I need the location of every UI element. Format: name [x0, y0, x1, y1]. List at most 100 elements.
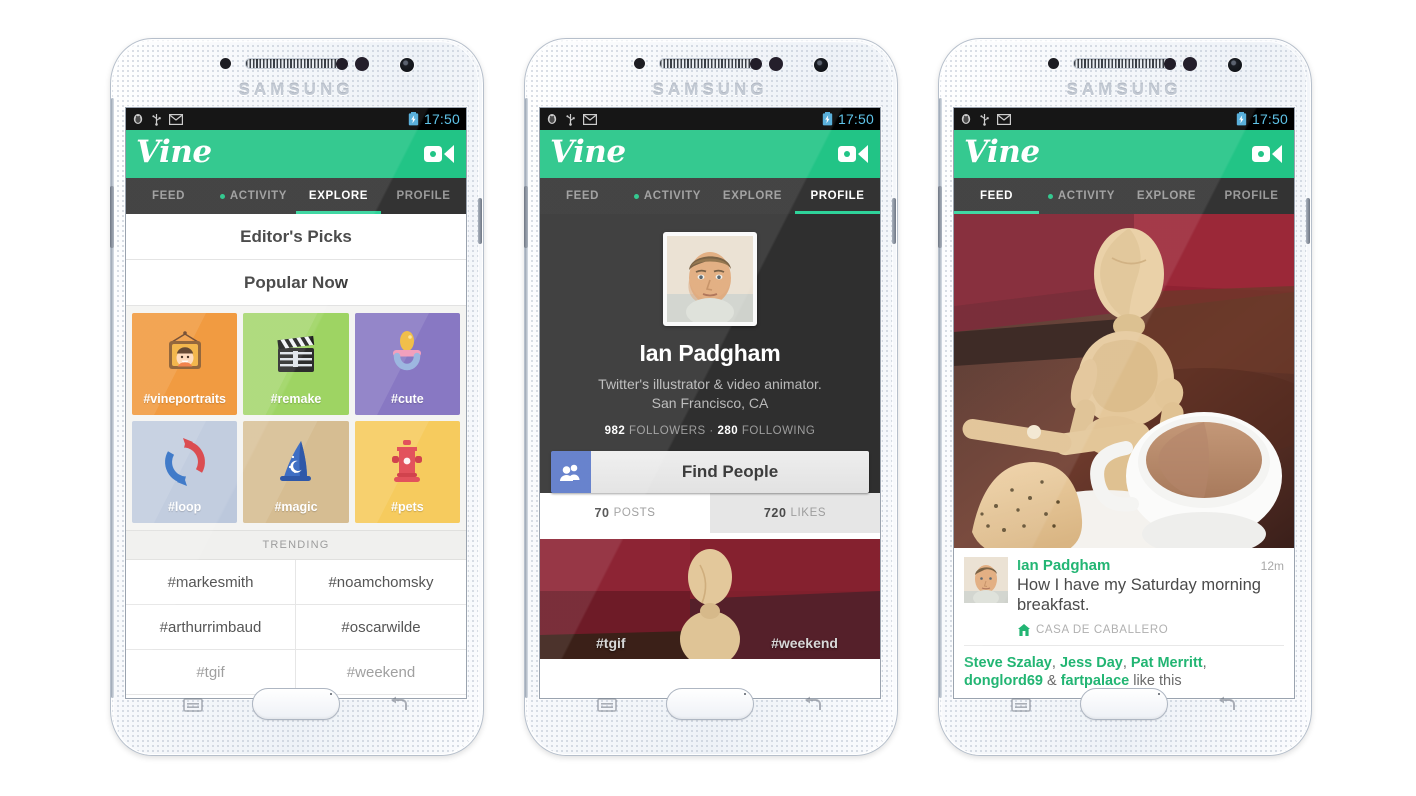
tab-posts[interactable]: 70 POSTS	[540, 493, 710, 534]
profile-video-thumbnail[interactable]: #tgif #weekend	[540, 539, 880, 660]
power-button[interactable]	[478, 198, 482, 244]
trending-tag[interactable]: #arthurrimbaud	[126, 605, 296, 650]
list-item-editors-picks[interactable]: Editor's Picks	[126, 214, 466, 260]
trending-section-header: TRENDING	[126, 530, 466, 560]
tab-profile-label: PROFILE	[396, 190, 451, 202]
back-key[interactable]	[384, 694, 414, 716]
likes-count: 720	[763, 506, 787, 521]
tile-vineportraits[interactable]: #vineportraits	[132, 313, 238, 415]
posts-label: POSTS	[613, 507, 656, 520]
tab-explore[interactable]: EXPLORE	[296, 178, 381, 214]
tile-loop[interactable]: #loop	[132, 421, 238, 523]
profile-bio: Twitter's illustrator & video animator. …	[540, 375, 880, 412]
trending-tag[interactable]: #oscarwilde	[296, 605, 466, 650]
tab-likes[interactable]: 720 LIKES	[710, 493, 880, 534]
earpiece-speaker	[659, 58, 761, 69]
trending-tag[interactable]: #markesmith	[126, 560, 296, 605]
tab-profile[interactable]: PROFILE	[795, 178, 880, 214]
avatar[interactable]	[663, 232, 757, 326]
back-key[interactable]	[798, 694, 828, 716]
vine-logo[interactable]: Vine	[136, 137, 212, 168]
status-bar: 17:50	[954, 108, 1294, 130]
followers-count: 982	[604, 425, 626, 438]
tab-activity-label: ACTIVITY	[229, 190, 288, 202]
liker-name[interactable]: Jess Day	[1060, 655, 1123, 671]
feed-video-player[interactable]	[954, 214, 1294, 548]
tab-explore[interactable]: EXPLORE	[710, 178, 795, 214]
home-button[interactable]	[1080, 688, 1168, 720]
tab-activity[interactable]: ACTIVITY	[211, 178, 296, 214]
tab-explore[interactable]: EXPLORE	[1124, 178, 1209, 214]
tab-activity-label: ACTIVITY	[1057, 190, 1116, 202]
power-button[interactable]	[1306, 198, 1310, 244]
active-tab-indicator	[296, 211, 381, 214]
video-camera-icon[interactable]	[836, 141, 870, 167]
android-icon	[132, 113, 144, 126]
tab-feed[interactable]: FEED	[540, 178, 625, 214]
tab-activity-label: ACTIVITY	[643, 190, 702, 202]
menu-key[interactable]	[1006, 694, 1036, 716]
light-sensor	[750, 58, 762, 70]
back-key[interactable]	[1212, 694, 1242, 716]
tab-profile[interactable]: PROFILE	[381, 178, 466, 214]
people-icon	[551, 451, 591, 494]
tab-explore-label: EXPLORE	[722, 190, 783, 202]
post-author[interactable]: Ian Padgham	[1017, 557, 1110, 574]
clapperboard-icon	[243, 319, 348, 389]
video-camera-icon[interactable]	[1250, 141, 1284, 167]
vine-logo[interactable]: Vine	[964, 137, 1040, 168]
phone-screen-profile: 17:50 Vine FEED ACTIVITY EXPLORE PROFILE	[540, 108, 880, 698]
nav-tab-bar: FEED ACTIVITY EXPLORE PROFILE	[126, 178, 466, 214]
status-bar: 17:50	[540, 108, 880, 130]
video-camera-icon[interactable]	[422, 141, 456, 167]
phone-device-explore: SAMSUNG 17:50 Vine FEED ACTIVITY EXPLORE…	[110, 38, 484, 758]
status-bar-time: 17:50	[423, 111, 460, 127]
tile-magic[interactable]: #magic	[243, 421, 349, 523]
liker-name[interactable]: donglord69	[964, 673, 1043, 689]
feed-post-header: Ian Padgham 12m	[1017, 557, 1284, 574]
tile-label: #vineportraits	[143, 392, 226, 406]
gmail-icon	[997, 113, 1011, 125]
volume-rocker-button[interactable]	[110, 186, 114, 248]
volume-rocker-button[interactable]	[938, 186, 942, 248]
find-people-button[interactable]: Find People	[551, 451, 869, 494]
tile-pets[interactable]: #pets	[354, 421, 460, 523]
tile-cute[interactable]: #cute	[354, 313, 460, 415]
earpiece-speaker	[1073, 58, 1175, 69]
menu-key[interactable]	[592, 694, 622, 716]
profile-bio-line2: San Francisco, CA	[651, 394, 769, 411]
post-location[interactable]: CASA DE CABALLERO	[1017, 623, 1284, 637]
menu-key[interactable]	[178, 694, 208, 716]
video-tag-right: #weekend	[771, 635, 838, 652]
tile-remake[interactable]: #remake	[243, 313, 349, 415]
android-icon	[960, 113, 972, 126]
feed-post-meta: Ian Padgham 12m How I have my Saturday m…	[954, 548, 1294, 637]
avatar[interactable]	[964, 557, 1008, 603]
home-button[interactable]	[666, 688, 754, 720]
gesture-sensor	[1183, 57, 1197, 71]
status-bar-right: 17:50	[822, 111, 874, 127]
volume-rocker-button[interactable]	[524, 186, 528, 248]
tab-explore-label: EXPLORE	[1136, 190, 1197, 202]
stats-separator: ·	[709, 425, 714, 438]
gesture-sensor	[769, 57, 783, 71]
tab-feed[interactable]: FEED	[126, 178, 211, 214]
nav-tab-bar: FEED ACTIVITY EXPLORE PROFILE	[954, 178, 1294, 214]
following-count: 280	[717, 425, 739, 438]
tab-activity[interactable]: ACTIVITY	[1039, 178, 1124, 214]
liker-name[interactable]: Steve Szalay	[964, 655, 1052, 671]
tab-activity[interactable]: ACTIVITY	[625, 178, 710, 214]
list-item-popular-now[interactable]: Popular Now	[126, 260, 466, 306]
trending-tag[interactable]: #noamchomsky	[296, 560, 466, 605]
power-button[interactable]	[892, 198, 896, 244]
battery-charging-icon	[822, 112, 833, 126]
front-camera	[400, 58, 414, 72]
tab-feed[interactable]: FEED	[954, 178, 1039, 214]
home-button[interactable]	[252, 688, 340, 720]
vine-logo[interactable]: Vine	[550, 137, 626, 168]
liker-name[interactable]: Pat Merritt	[1131, 655, 1203, 671]
gesture-sensor	[355, 57, 369, 71]
tab-profile[interactable]: PROFILE	[1209, 178, 1294, 214]
status-bar-left	[960, 113, 1011, 126]
posts-count: 70	[594, 506, 610, 521]
